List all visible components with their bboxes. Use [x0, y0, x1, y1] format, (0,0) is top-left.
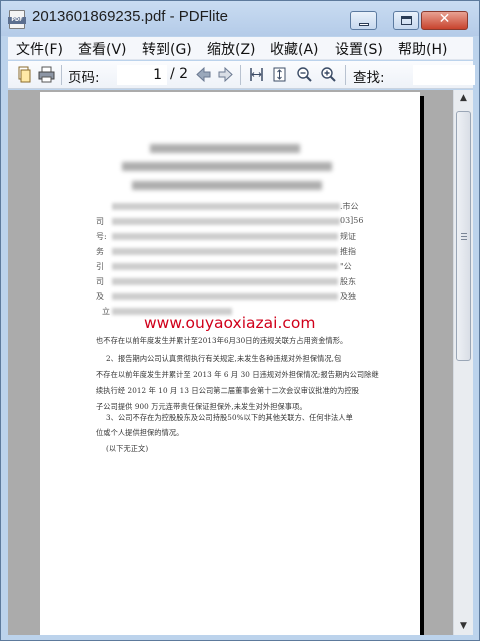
- edge-char-left: 司: [96, 217, 104, 226]
- blurred-title-line: [122, 162, 332, 171]
- toolbar: 页码: 1 / 2 查找:: [8, 61, 475, 89]
- page-label: 页码:: [68, 70, 100, 86]
- close-button[interactable]: ✕: [421, 11, 468, 30]
- prev-page-icon[interactable]: [195, 66, 212, 83]
- edge-char-left: 及: [96, 292, 104, 301]
- doc-text-line: 2、报告期内公司认真贯彻执行有关规定,未发生各种违规对外担保情况,包: [106, 354, 342, 363]
- doc-text-line: 续执行经 2012 年 10 月 13 日公司第二届董事会第十二次会议审议批准的…: [96, 386, 360, 395]
- blurred-text-line: [112, 278, 338, 285]
- edge-char-left: 务: [96, 247, 104, 256]
- doc-text-line: 子公司提供 900 万元连带责任保证担保外,未发生对外担保事项。: [96, 402, 307, 411]
- blurred-text-line: [112, 203, 340, 210]
- menu-goto[interactable]: 转到(G): [142, 39, 192, 59]
- toolbar-separator: [240, 65, 241, 85]
- app-window: PDF 2013601869235.pdf - PDFlite ✕ 文件(F) …: [0, 0, 480, 641]
- page-number-input[interactable]: 1: [117, 65, 167, 85]
- blurred-title-line: [132, 181, 322, 190]
- scroll-down-icon[interactable]: ▼: [454, 618, 473, 635]
- doc-text-line: 不存在以前年度发生并累计至 2013 年 6 月 30 日违规对外担保情况;报告…: [96, 370, 379, 379]
- fit-width-icon[interactable]: [248, 66, 265, 83]
- blurred-text-line: [112, 248, 338, 255]
- search-input[interactable]: [413, 65, 475, 85]
- doc-text-line: 也不存在以前年度发生并累计至2013年6月30日的违规关联方占用资金情形。: [96, 336, 348, 345]
- edge-char-right: .市公: [340, 202, 359, 211]
- zoom-in-icon[interactable]: [320, 66, 337, 83]
- menu-view[interactable]: 查看(V): [78, 39, 127, 59]
- page-total: / 2: [170, 66, 189, 82]
- edge-char-right: 推指: [340, 247, 356, 256]
- maximize-button[interactable]: [393, 11, 419, 30]
- edge-char-left: 号:: [96, 232, 107, 241]
- title-bar[interactable]: PDF 2013601869235.pdf - PDFlite ✕: [1, 1, 479, 36]
- minimize-icon: [359, 23, 369, 26]
- next-page-icon[interactable]: [217, 66, 234, 83]
- scroll-grip: [461, 233, 467, 234]
- edge-char-right: 规证: [340, 232, 356, 241]
- document-view[interactable]: 司 号: 务 引 司 及 立 .市公 03]56 规证 推指 "公 股东 及独 …: [8, 90, 453, 635]
- maximize-icon: [401, 16, 412, 25]
- doc-text-line: (以下无正文): [106, 444, 149, 453]
- menu-help[interactable]: 帮助(H): [398, 39, 447, 59]
- doc-text-line: 3、公司不存在为控股股东及公司持股50%以下的其他关联方、任何非法人单: [106, 413, 353, 422]
- pdf-app-icon-label: PDF: [8, 17, 26, 24]
- edge-char-right: 及独: [340, 292, 356, 301]
- edge-char-left: 司: [96, 277, 104, 286]
- blurred-title-line: [150, 144, 300, 153]
- toolbar-separator: [61, 65, 62, 85]
- search-label: 查找:: [353, 70, 385, 86]
- scroll-grip: [461, 236, 467, 237]
- edge-char-left: 引: [96, 262, 104, 271]
- menu-zoom[interactable]: 缩放(Z): [207, 39, 256, 59]
- edge-char-right: 03]56: [340, 216, 364, 225]
- doc-text-line: 位或个人提供担保的情况。: [96, 428, 184, 437]
- document-page: 司 号: 务 引 司 及 立 .市公 03]56 规证 推指 "公 股东 及独 …: [40, 92, 420, 635]
- close-icon: ✕: [438, 11, 451, 27]
- print-icon[interactable]: [38, 66, 55, 83]
- scroll-grip: [461, 239, 467, 240]
- fit-page-icon[interactable]: [271, 66, 288, 83]
- menu-favorites[interactable]: 收藏(A): [270, 39, 319, 59]
- watermark-text: www.ouyaoxiazai.com: [144, 314, 316, 332]
- pdf-app-icon: PDF: [8, 10, 26, 29]
- blurred-text-line: [112, 233, 338, 240]
- menu-bar: 文件(F) 查看(V) 转到(G) 缩放(Z) 收藏(A) 设置(S) 帮助(H…: [8, 37, 473, 60]
- blurred-text-line: [112, 293, 338, 300]
- scroll-thumb[interactable]: [456, 111, 471, 361]
- toolbar-separator: [345, 65, 346, 85]
- edge-char-left: 立: [102, 307, 110, 316]
- blurred-text-line: [112, 263, 338, 270]
- zoom-out-icon[interactable]: [296, 66, 313, 83]
- blurred-text-line: [112, 218, 340, 225]
- edge-char-right: 股东: [340, 277, 356, 286]
- window-title: 2013601869235.pdf - PDFlite: [32, 8, 228, 25]
- menu-file[interactable]: 文件(F): [16, 39, 63, 59]
- edge-char-right: "公: [340, 262, 352, 271]
- scroll-up-icon[interactable]: ▲: [454, 90, 473, 107]
- menu-settings[interactable]: 设置(S): [335, 39, 383, 59]
- minimize-button[interactable]: [350, 11, 377, 30]
- open-icon[interactable]: [16, 66, 33, 83]
- vertical-scrollbar[interactable]: ▲ ▼: [453, 90, 473, 635]
